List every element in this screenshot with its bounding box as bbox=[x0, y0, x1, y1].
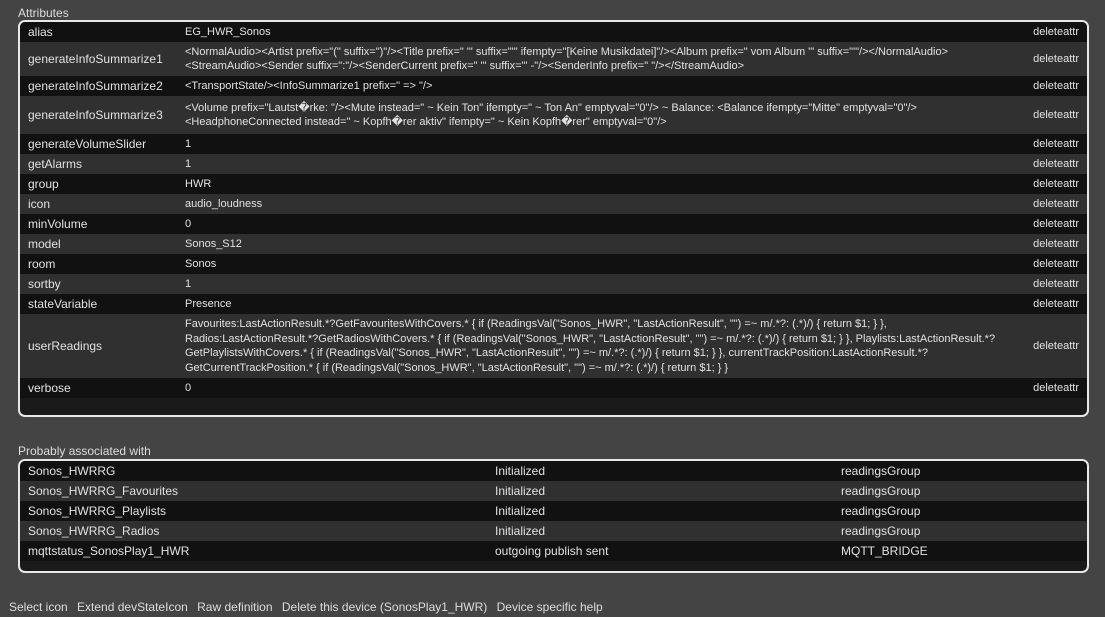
attr-name: sortby bbox=[20, 274, 177, 294]
delete-attr-link[interactable]: deleteattr bbox=[1015, 254, 1087, 274]
device-type: readingsGroup bbox=[833, 481, 1087, 501]
attr-name: icon bbox=[20, 194, 177, 214]
delete-attr-link[interactable]: deleteattr bbox=[1015, 42, 1087, 76]
attr-value: <NormalAudio><Artist prefix="(" suffix="… bbox=[177, 42, 1015, 76]
attr-value: 0 bbox=[177, 214, 1015, 234]
attributes-table: alias EG_HWR_Sonos deleteattr generateIn… bbox=[20, 22, 1087, 398]
raw-definition-link[interactable]: Raw definition bbox=[197, 600, 272, 614]
delete-attr-link[interactable]: deleteattr bbox=[1015, 134, 1087, 154]
delete-attr-link[interactable]: deleteattr bbox=[1015, 294, 1087, 314]
attr-value: 1 bbox=[177, 274, 1015, 294]
delete-attr-link[interactable]: deleteattr bbox=[1015, 174, 1087, 194]
associated-title: Probably associated with bbox=[18, 444, 151, 458]
attr-value: 0 bbox=[177, 378, 1015, 398]
delete-attr-link[interactable]: deleteattr bbox=[1015, 194, 1087, 214]
attr-row-verbose: verbose 0 deleteattr bbox=[20, 378, 1087, 398]
attr-value: 1 bbox=[177, 154, 1015, 174]
attr-name: group bbox=[20, 174, 177, 194]
device-state: Initialized bbox=[487, 501, 833, 521]
attr-row-generateVolumeSlider: generateVolumeSlider 1 deleteattr bbox=[20, 134, 1087, 154]
attr-value: <Volume prefix="Lautst�rke: "/><Mute ins… bbox=[177, 96, 1015, 134]
associated-row[interactable]: Sonos_HWRRG Initialized readingsGroup bbox=[20, 461, 1087, 481]
attr-row-room: room Sonos deleteattr bbox=[20, 254, 1087, 274]
attr-value: EG_HWR_Sonos bbox=[177, 22, 1015, 42]
attr-value: Sonos bbox=[177, 254, 1015, 274]
attr-row-model: model Sonos_S12 deleteattr bbox=[20, 234, 1087, 254]
attr-name: minVolume bbox=[20, 214, 177, 234]
attr-name: alias bbox=[20, 22, 177, 42]
attr-name: verbose bbox=[20, 378, 177, 398]
device-state: outgoing publish sent bbox=[487, 541, 833, 561]
attr-row-sortby: sortby 1 deleteattr bbox=[20, 274, 1087, 294]
delete-attr-link[interactable]: deleteattr bbox=[1015, 214, 1087, 234]
attr-row-userReadings: userReadings Favourites:LastActionResult… bbox=[20, 314, 1087, 378]
associated-table: Sonos_HWRRG Initialized readingsGroup So… bbox=[20, 461, 1087, 561]
device-state: Initialized bbox=[487, 481, 833, 501]
delete-attr-link[interactable]: deleteattr bbox=[1015, 378, 1087, 398]
delete-attr-link[interactable]: deleteattr bbox=[1015, 314, 1087, 378]
attr-name: room bbox=[20, 254, 177, 274]
attr-value: Sonos_S12 bbox=[177, 234, 1015, 254]
select-icon-link[interactable]: Select icon bbox=[9, 600, 68, 614]
attr-name: generateVolumeSlider bbox=[20, 134, 177, 154]
extend-devstateicon-link[interactable]: Extend devStateIcon bbox=[77, 600, 188, 614]
delete-attr-link[interactable]: deleteattr bbox=[1015, 154, 1087, 174]
associated-row[interactable]: Sonos_HWRRG_Playlists Initialized readin… bbox=[20, 501, 1087, 521]
associated-row[interactable]: Sonos_HWRRG_Radios Initialized readingsG… bbox=[20, 521, 1087, 541]
delete-attr-link[interactable]: deleteattr bbox=[1015, 22, 1087, 42]
device-name-link[interactable]: Sonos_HWRRG_Radios bbox=[20, 521, 487, 541]
attr-row-generateInfoSummarize3: generateInfoSummarize3 <Volume prefix="L… bbox=[20, 96, 1087, 134]
device-type: readingsGroup bbox=[833, 461, 1087, 481]
attr-name: generateInfoSummarize1 bbox=[20, 42, 177, 76]
attr-name: model bbox=[20, 234, 177, 254]
attr-row-minVolume: minVolume 0 deleteattr bbox=[20, 214, 1087, 234]
attr-name: stateVariable bbox=[20, 294, 177, 314]
attr-row-generateInfoSummarize2: generateInfoSummarize2 <TransportState/>… bbox=[20, 76, 1087, 96]
device-name-link[interactable]: Sonos_HWRRG_Favourites bbox=[20, 481, 487, 501]
delete-attr-link[interactable]: deleteattr bbox=[1015, 234, 1087, 254]
attr-value: <TransportState/><InfoSummarize1 prefix=… bbox=[177, 76, 1015, 96]
attr-row-getAlarms: getAlarms 1 deleteattr bbox=[20, 154, 1087, 174]
device-state: Initialized bbox=[487, 461, 833, 481]
delete-attr-link[interactable]: deleteattr bbox=[1015, 96, 1087, 134]
attr-name: generateInfoSummarize3 bbox=[20, 96, 177, 134]
attr-value: HWR bbox=[177, 174, 1015, 194]
associated-row[interactable]: mqttstatus_SonosPlay1_HWR outgoing publi… bbox=[20, 541, 1087, 561]
associated-panel: Sonos_HWRRG Initialized readingsGroup So… bbox=[18, 459, 1089, 573]
associated-row[interactable]: Sonos_HWRRG_Favourites Initialized readi… bbox=[20, 481, 1087, 501]
attr-name: userReadings bbox=[20, 314, 177, 378]
device-type: MQTT_BRIDGE bbox=[833, 541, 1087, 561]
attr-value: audio_loudness bbox=[177, 194, 1015, 214]
attr-value: Favourites:LastActionResult.*?GetFavouri… bbox=[177, 314, 1015, 378]
attr-row-group: group HWR deleteattr bbox=[20, 174, 1087, 194]
delete-attr-link[interactable]: deleteattr bbox=[1015, 76, 1087, 96]
device-type: readingsGroup bbox=[833, 501, 1087, 521]
attr-value: Presence bbox=[177, 294, 1015, 314]
attributes-title: Attributes bbox=[18, 6, 69, 20]
attr-row-stateVariable: stateVariable Presence deleteattr bbox=[20, 294, 1087, 314]
device-name-link[interactable]: mqttstatus_SonosPlay1_HWR bbox=[20, 541, 487, 561]
attr-value: 1 bbox=[177, 134, 1015, 154]
device-type: readingsGroup bbox=[833, 521, 1087, 541]
attr-row-generateInfoSummarize1: generateInfoSummarize1 <NormalAudio><Art… bbox=[20, 42, 1087, 76]
attr-row-alias: alias EG_HWR_Sonos deleteattr bbox=[20, 22, 1087, 42]
device-name-link[interactable]: Sonos_HWRRG_Playlists bbox=[20, 501, 487, 521]
attr-row-icon: icon audio_loudness deleteattr bbox=[20, 194, 1087, 214]
device-name-link[interactable]: Sonos_HWRRG bbox=[20, 461, 487, 481]
attributes-panel: alias EG_HWR_Sonos deleteattr generateIn… bbox=[18, 20, 1089, 417]
device-actions-bar: Select icon Extend devStateIcon Raw defi… bbox=[9, 600, 609, 614]
device-state: Initialized bbox=[487, 521, 833, 541]
delete-device-link[interactable]: Delete this device (SonosPlay1_HWR) bbox=[282, 600, 487, 614]
delete-attr-link[interactable]: deleteattr bbox=[1015, 274, 1087, 294]
attr-name: generateInfoSummarize2 bbox=[20, 76, 177, 96]
attr-name: getAlarms bbox=[20, 154, 177, 174]
device-help-link[interactable]: Device specific help bbox=[497, 600, 603, 614]
